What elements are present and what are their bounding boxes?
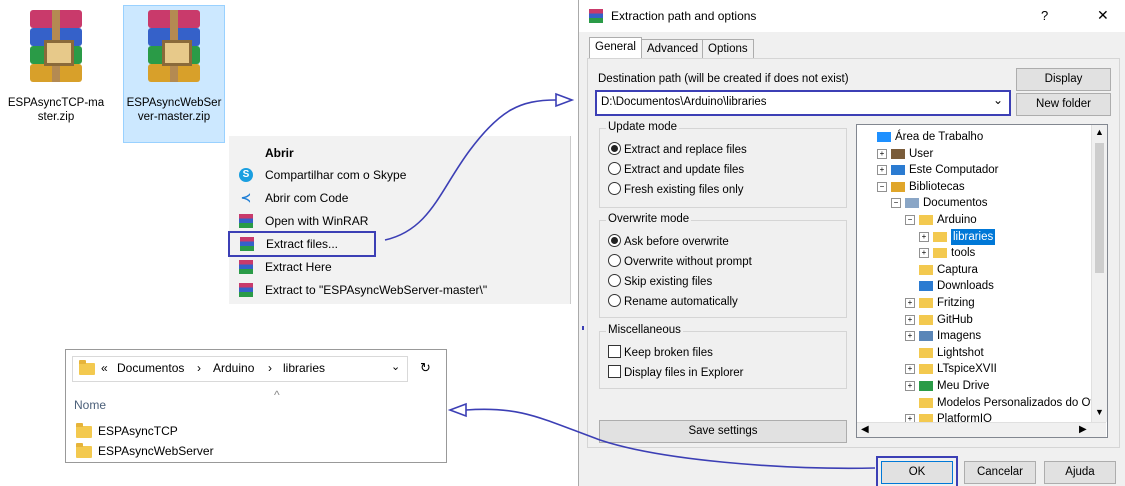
arrowhead-icon: [447, 402, 467, 418]
annotation-dot: [582, 326, 584, 330]
annotation-overlay: [384, 92, 876, 470]
arrowhead-icon: [555, 92, 575, 108]
arrow-to-destination: [384, 99, 557, 241]
arrow-to-explorer: [465, 408, 876, 470]
